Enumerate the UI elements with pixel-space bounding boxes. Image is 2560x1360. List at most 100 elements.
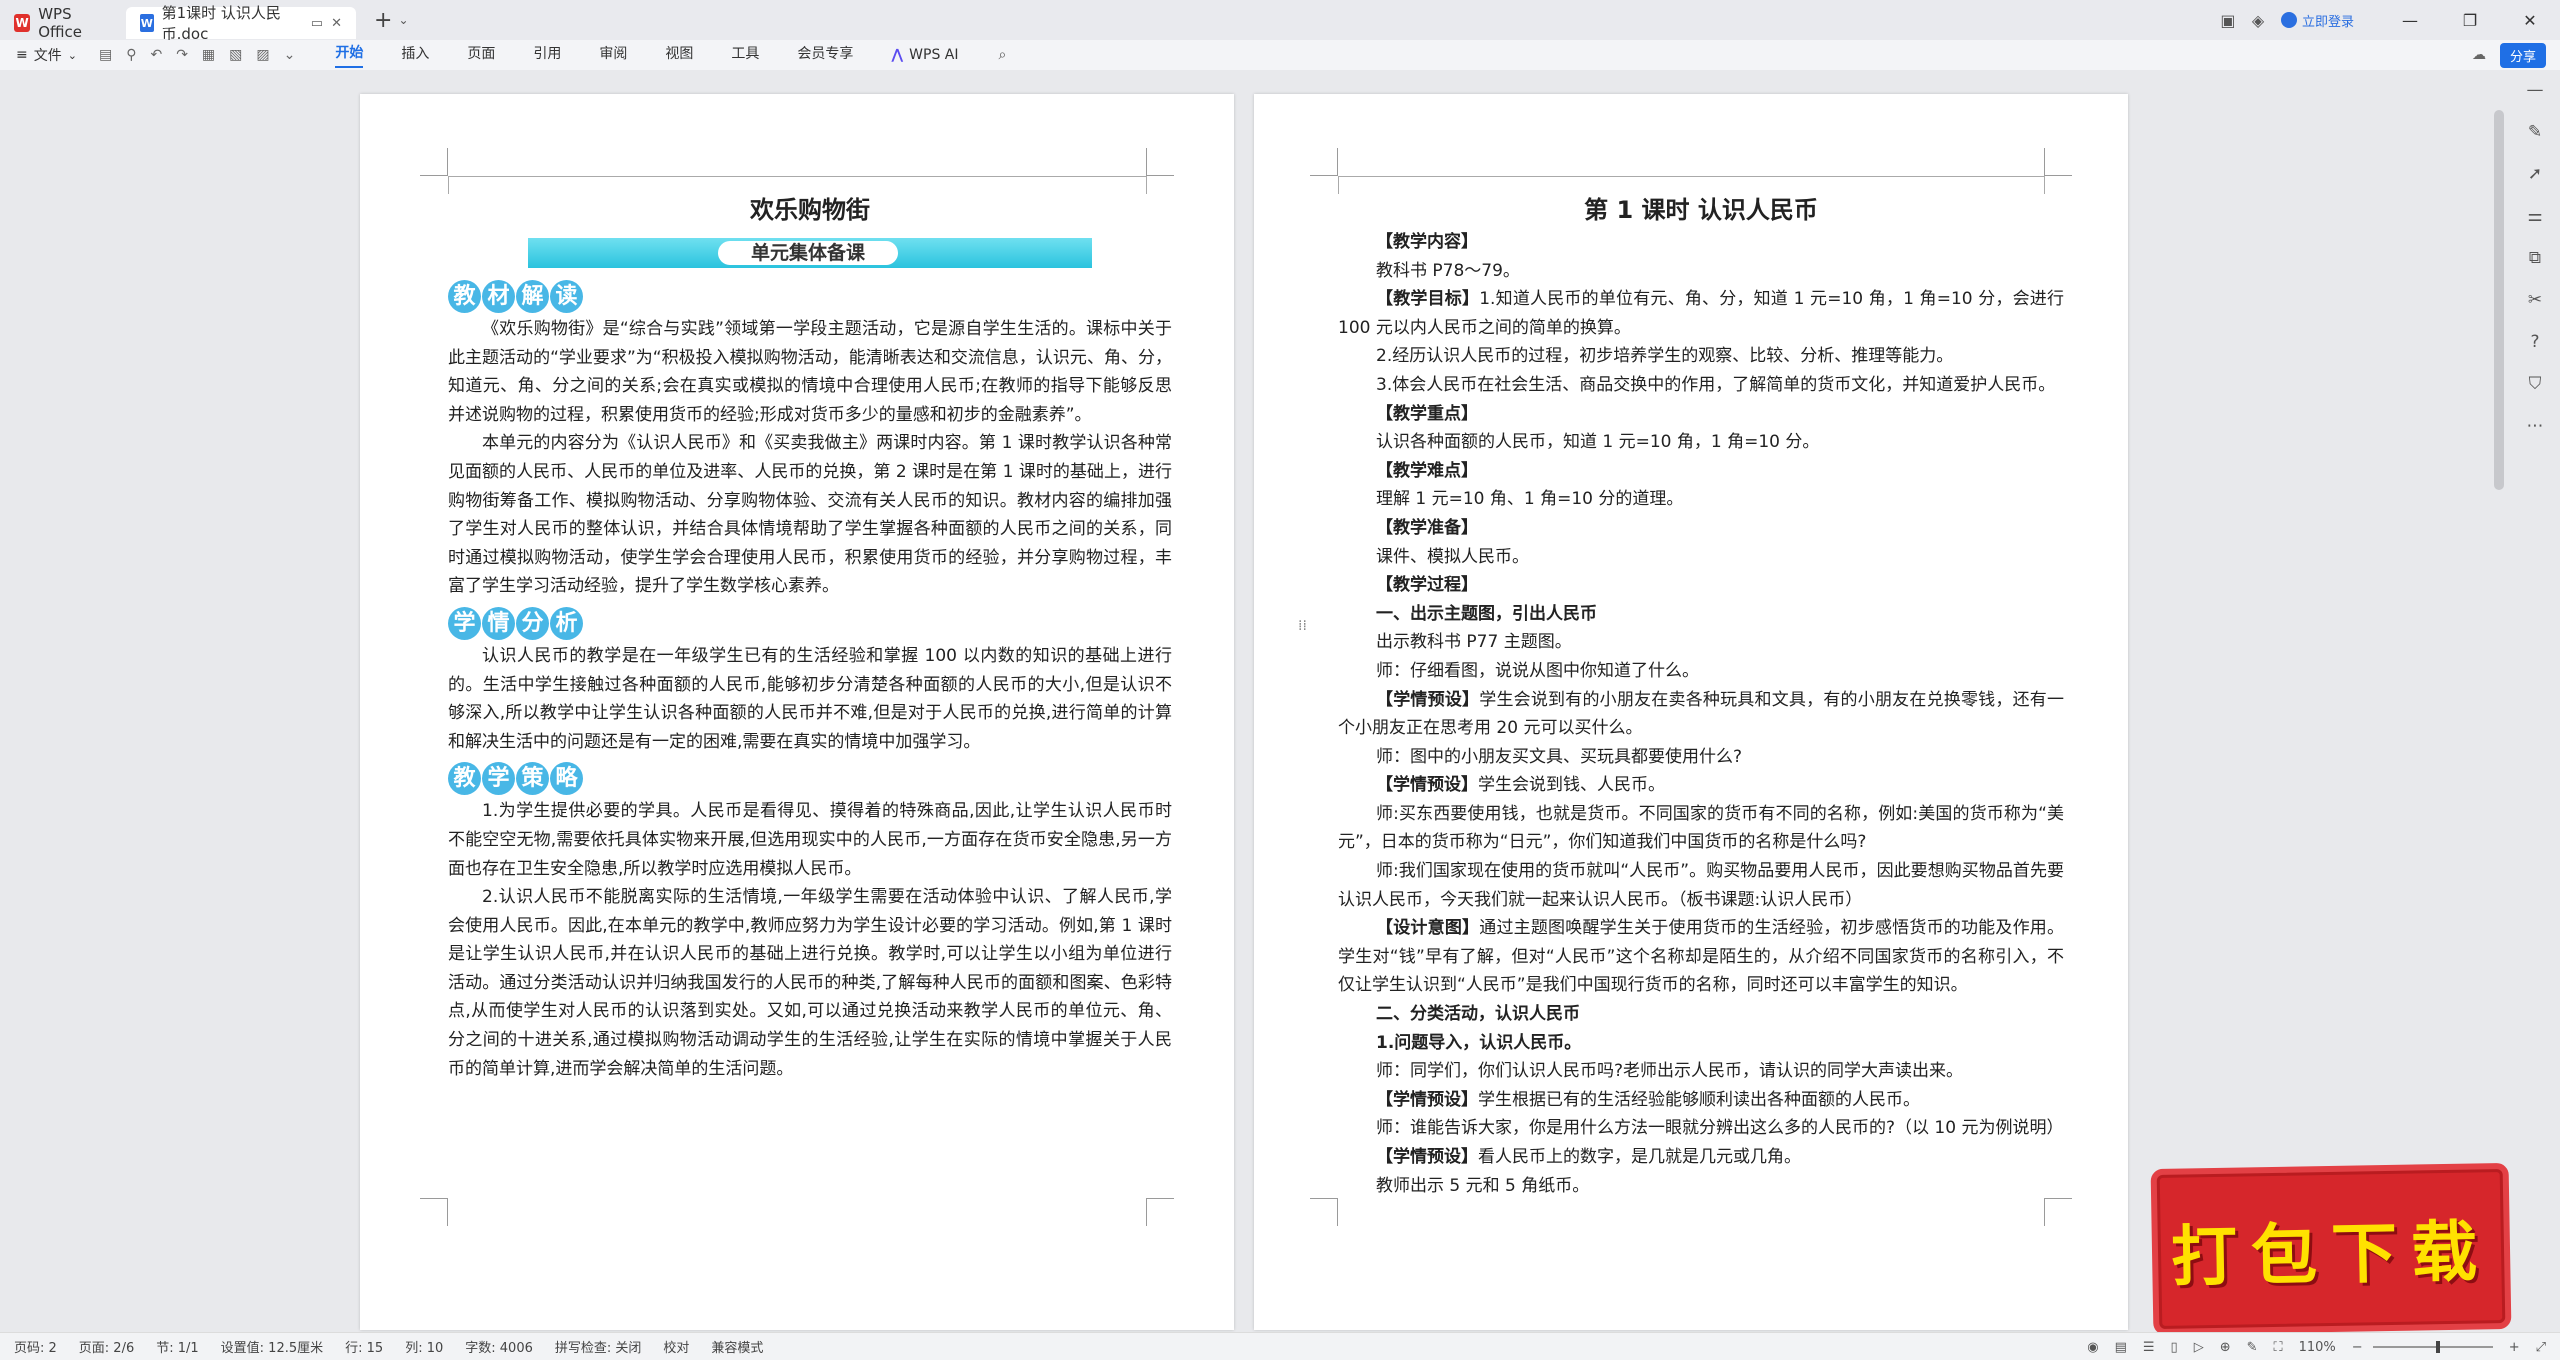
tab-window-icon[interactable]: ▭ (311, 16, 323, 31)
page-left[interactable]: 欢乐购物街 单元集体备课 教 材 解 读 《欢乐购物街》是“综合与实践”领域第一… (360, 94, 1234, 1330)
download-promo-badge[interactable]: 打包下载 (2156, 1168, 2506, 1330)
tab-tools[interactable]: 工具 (731, 43, 759, 67)
status-pages[interactable]: 页面: 2/6 (79, 1337, 134, 1356)
help-icon[interactable]: ? (2530, 332, 2539, 352)
unit-banner: 单元集体备课 (528, 238, 1092, 268)
tools-icon[interactable]: ✂ (2528, 290, 2542, 310)
tab-document[interactable]: W 第1课时 认识人民币.doc ▭ ✕ (126, 4, 356, 43)
status-spell-check[interactable]: 拼写检查: 关闭 (555, 1337, 642, 1356)
heading-char: 析 (550, 606, 583, 640)
close-window-button[interactable]: ✕ (2500, 11, 2560, 30)
shirt-icon[interactable]: ⛉ (2529, 374, 2542, 394)
edit-pen-icon[interactable]: ✎ (2528, 122, 2542, 142)
tab-home-label: WPS Office (38, 5, 82, 41)
crop-mark (1310, 148, 1338, 176)
lesson-line: 出示教科书 P77 主题图。 (1338, 628, 2064, 657)
status-compat-mode: 兼容模式 (711, 1341, 764, 1356)
zoom-in-icon[interactable]: + (2509, 1340, 2520, 1355)
outline-view-icon[interactable]: ☰ (2143, 1340, 2155, 1355)
lesson-text: 师：谁能告诉大家，你是用什么方法一眼就分辨出这么多的人民币的?（以 10 元为例… (1376, 1118, 2064, 1139)
page-view-icon[interactable]: ▤ (2115, 1340, 2127, 1355)
login-label: 立即登录 (2301, 14, 2354, 30)
status-setting[interactable]: 设置值: 12.5厘米 (221, 1337, 323, 1356)
tab-member[interactable]: 会员专享 (797, 43, 853, 67)
tab-wps-ai[interactable]: ⋀ WPS AI (891, 47, 958, 63)
login-button[interactable]: 立即登录 (2280, 11, 2354, 30)
status-page-number[interactable]: 页码: 2 (14, 1337, 57, 1356)
status-column[interactable]: 列: 10 (405, 1337, 443, 1356)
collapse-icon[interactable]: — (2527, 80, 2544, 100)
lesson-text: 出示教科书 P77 主题图。 (1376, 632, 1572, 653)
pdf-icon[interactable]: ▧ (229, 47, 242, 63)
share-button[interactable]: 分享 (2499, 42, 2546, 68)
status-section[interactable]: 节: 1/1 (156, 1337, 198, 1356)
image-icon[interactable]: ▨ (256, 47, 269, 63)
redo-icon[interactable]: ↷ (176, 47, 188, 63)
new-tab-button[interactable]: + (374, 8, 392, 33)
status-word-count[interactable]: 字数: 4006 (465, 1337, 533, 1356)
reading-view-icon[interactable]: ▯ (2171, 1340, 2178, 1355)
print-icon[interactable]: ▦ (202, 47, 215, 63)
zoom-slider[interactable] (2372, 1341, 2493, 1353)
undo-icon[interactable]: ↶ (150, 47, 162, 63)
adjust-icon[interactable]: ⚌ (2527, 206, 2542, 226)
lesson-text: 学生根据已有的生活经验能够顺利读出各种面额的人民币。 (1478, 1089, 1920, 1110)
window-layout-icon[interactable]: ▣ (2213, 11, 2243, 30)
tab-close-icon[interactable]: ✕ (331, 16, 342, 31)
tab-page[interactable]: 页面 (467, 43, 495, 67)
paragraph: 认识人民币的教学是在一年级学生已有的生活经验和掌握 100 以内数的知识的基础上… (448, 645, 1172, 752)
tab-wps-home[interactable]: W WPS Office (0, 5, 126, 41)
tab-review[interactable]: 审阅 (599, 43, 627, 67)
status-proofread[interactable]: 校对 (663, 1337, 689, 1356)
more-icon[interactable]: ⋯ (2527, 416, 2544, 436)
file-chevron-icon: ⌄ (67, 48, 77, 62)
search-icon[interactable]: ⌕ (999, 47, 1007, 63)
save-icon[interactable]: ▤ (99, 47, 112, 63)
crop-mark (420, 1198, 448, 1226)
web-view-icon[interactable]: ⊕ (2220, 1340, 2231, 1355)
tab-references[interactable]: 引用 (533, 43, 561, 67)
lesson-heading: 【教学内容】 (1376, 232, 1478, 252)
document-canvas[interactable]: 欢乐购物街 单元集体备课 教 材 解 读 《欢乐购物街》是“综合与实践”领域第一… (0, 70, 2560, 1332)
lesson-heading: 【教学重点】 (1376, 403, 1478, 424)
eye-protect-icon[interactable]: ◉ (2087, 1340, 2098, 1355)
tab-insert[interactable]: 插入 (401, 43, 429, 67)
fullscreen-icon[interactable]: ⤢ (2536, 1340, 2546, 1355)
file-menu[interactable]: ≡ 文件 ⌄ (16, 45, 77, 65)
status-row[interactable]: 行: 15 (345, 1337, 383, 1356)
page-title: 欢乐购物街 (750, 196, 870, 224)
tab-view[interactable]: 视图 (665, 43, 693, 67)
more-chevron-icon[interactable]: ⌄ (284, 47, 296, 63)
heading-char: 学 (482, 762, 515, 796)
play-icon[interactable]: ▷ (2194, 1340, 2204, 1355)
lesson-heading: 1.问题导入，认识人民币。 (1376, 1032, 1582, 1053)
lesson-text: 认识各种面额的人民币，知道 1 元=10 角，1 角=10 分。 (1376, 432, 1820, 453)
minimize-button[interactable]: — (2380, 11, 2440, 30)
format-icon[interactable]: ⧉ (2529, 248, 2541, 268)
lesson-text: 师：图中的小朋友买文具、买玩具都要使用什么? (1376, 746, 1743, 767)
fit-page-icon[interactable]: ⛶ (2274, 1340, 2283, 1355)
cube-icon[interactable]: ◈ (2243, 11, 2273, 30)
cloud-sync-icon[interactable]: ☁ (2472, 47, 2486, 63)
lesson-line: 【教学难点】 (1338, 457, 2064, 486)
tab-list-chevron-icon[interactable]: ⌄ (398, 13, 408, 27)
vertical-scrollbar[interactable] (2494, 110, 2504, 490)
lesson-heading: 【教学目标】 (1376, 289, 1480, 310)
page-right[interactable]: 第 1 课时 认识人民币 【教学内容】 教科书 P78～79。 【教学目标】1.知道… (1254, 94, 2128, 1330)
lesson-heading: 【学情预设】 (1376, 1089, 1478, 1110)
header-rule (448, 176, 1146, 177)
lesson-line: 【教学准备】 (1338, 514, 2064, 543)
restore-button[interactable]: ❐ (2440, 11, 2500, 30)
lesson-line: 3.体会人民币在社会生活、商品交换中的作用，了解简单的货币文化，并知道爱护人民币… (1338, 371, 2064, 400)
tab-home[interactable]: 开始 (335, 42, 364, 68)
zoom-slider-knob[interactable] (2436, 1341, 2441, 1353)
zoom-level[interactable]: 110% (2299, 1340, 2336, 1355)
select-cursor-icon[interactable]: ➚ (2528, 164, 2542, 184)
output-icon[interactable]: ⚲ (126, 47, 136, 63)
pen-mode-icon[interactable]: ✎ (2247, 1340, 2258, 1355)
paragraph: 2.认识人民币不能脱离实际的生活情境,一年级学生需要在活动体验中认识、了解人民币… (448, 887, 1172, 1079)
zoom-out-icon[interactable]: − (2352, 1340, 2363, 1355)
drag-handle-icon[interactable]: ⁞⁞ (1298, 618, 1307, 634)
wps-ai-icon: ⋀ (891, 47, 904, 63)
heading-char: 教 (448, 762, 481, 796)
